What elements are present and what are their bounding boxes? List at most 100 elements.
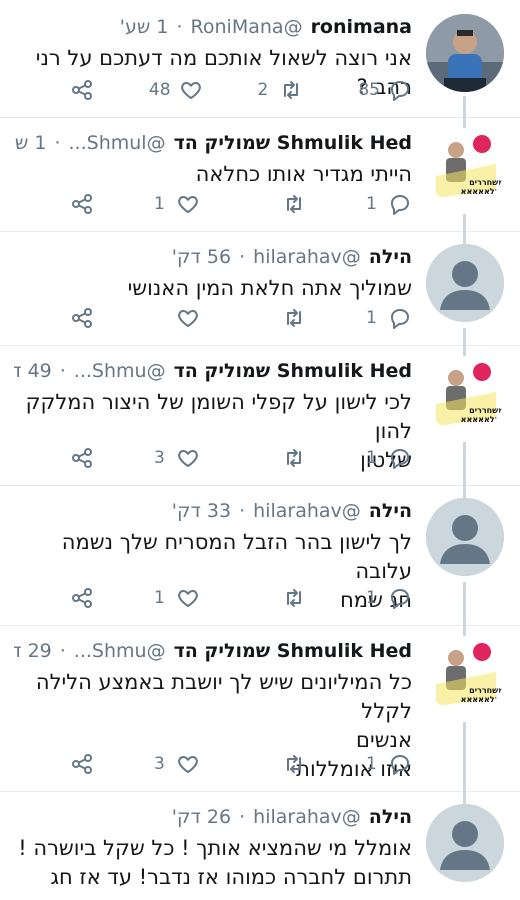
reply-button[interactable]: 85 bbox=[358, 77, 412, 103]
heart-icon bbox=[178, 450, 198, 467]
timestamp[interactable]: 26 דק' bbox=[172, 804, 231, 830]
reply-icon bbox=[391, 81, 409, 101]
person-photo-icon bbox=[426, 14, 504, 92]
tweet-6[interactable]: משחררים לכלאאאאא Shmulik Hed שמוליק הד @… bbox=[0, 626, 520, 805]
reply-count: 1 bbox=[366, 754, 377, 774]
reply-button[interactable]: 1 bbox=[366, 445, 412, 471]
like-button[interactable]: 1 bbox=[154, 585, 200, 611]
avatar[interactable] bbox=[426, 804, 504, 882]
reply-button[interactable]: 1 bbox=[366, 305, 412, 331]
reply-button[interactable]: 1 bbox=[366, 751, 412, 777]
reply-button[interactable]: 1 bbox=[366, 585, 412, 611]
tweet-actions: 1 3 bbox=[70, 751, 412, 777]
share-button[interactable] bbox=[70, 751, 94, 777]
heart-icon bbox=[178, 590, 198, 607]
heart-icon bbox=[180, 82, 201, 99]
avatar[interactable] bbox=[426, 498, 504, 576]
default-profile-icon bbox=[426, 804, 504, 882]
timestamp[interactable]: 33 דק' bbox=[172, 498, 231, 524]
author-handle[interactable]: @Shmul... bbox=[69, 130, 166, 156]
tweet-2[interactable]: משחררים לכלאאאאא Shmulik Hed שמוליק הד @… bbox=[0, 118, 520, 245]
tweet-actions: 85 2 48 bbox=[70, 77, 412, 103]
avatar[interactable] bbox=[426, 14, 504, 92]
avatar[interactable]: משחררים לכלאאאאא bbox=[426, 128, 504, 206]
separator-dot: · bbox=[59, 360, 66, 382]
retweet-icon bbox=[284, 81, 299, 99]
like-button[interactable]: 48 bbox=[149, 77, 203, 103]
retweet-button[interactable] bbox=[260, 445, 306, 471]
author-name[interactable]: הילה bbox=[369, 804, 412, 830]
share-icon bbox=[72, 588, 92, 608]
like-count: 3 bbox=[154, 448, 165, 468]
author-name[interactable]: ronimana bbox=[311, 14, 412, 40]
timestamp[interactable]: 1 שע' bbox=[14, 130, 46, 156]
like-button[interactable]: 1 bbox=[154, 191, 200, 217]
sticker-caption: משחררים לכלאאאאא bbox=[460, 686, 504, 704]
reply-count: 85 bbox=[358, 80, 380, 100]
timestamp[interactable]: 56 דק' bbox=[172, 244, 231, 270]
tweet-actions: 1 1 bbox=[70, 585, 412, 611]
reply-icon bbox=[391, 449, 409, 469]
share-icon bbox=[72, 754, 92, 774]
share-icon bbox=[72, 308, 92, 328]
tweet-1[interactable]: ronimana @RoniMana · 1 שע' אני רוצה לשאו… bbox=[0, 0, 520, 131]
default-profile-icon bbox=[426, 244, 504, 322]
author-name[interactable]: Shmulik Hed שמוליק הד bbox=[174, 638, 412, 664]
timestamp[interactable]: 1 שע' bbox=[120, 14, 169, 40]
heart-icon bbox=[178, 196, 198, 213]
reply-icon bbox=[391, 195, 409, 215]
reply-count: 1 bbox=[366, 308, 377, 328]
tweet-5[interactable]: הילה @hilarahav · 33 דק' לך לישון בהר הז… bbox=[0, 486, 520, 639]
reply-icon bbox=[391, 755, 409, 775]
share-button[interactable] bbox=[70, 585, 94, 611]
like-count: 48 bbox=[148, 80, 171, 100]
share-button[interactable] bbox=[70, 191, 94, 217]
separator-dot: · bbox=[239, 806, 246, 828]
reply-icon bbox=[391, 589, 409, 609]
tweet-thread: ronimana @RoniMana · 1 שע' אני רוצה לשאו… bbox=[0, 0, 520, 900]
author-handle[interactable]: @RoniMana bbox=[191, 14, 303, 40]
like-count: 1 bbox=[154, 194, 165, 214]
retweet-button[interactable] bbox=[260, 305, 306, 331]
tweet-text: שמוליך אתה חלאת המין האנושי bbox=[127, 276, 412, 300]
reply-count: 1 bbox=[366, 194, 377, 214]
tweet-text: הייתי מגדיר אותו כחלאה bbox=[195, 162, 412, 186]
timestamp[interactable]: 49 דק' bbox=[14, 358, 52, 384]
author-handle[interactable]: @Shmu... bbox=[74, 358, 166, 384]
share-button[interactable] bbox=[70, 305, 94, 331]
author-name[interactable]: Shmulik Hed שמוליק הד bbox=[174, 358, 412, 384]
like-button[interactable]: 3 bbox=[154, 445, 200, 471]
retweet-button[interactable] bbox=[260, 751, 306, 777]
like-button[interactable]: 3 bbox=[154, 751, 200, 777]
reply-count: 1 bbox=[366, 448, 377, 468]
separator-dot: · bbox=[176, 16, 183, 38]
heart-icon bbox=[178, 310, 198, 327]
reply-button[interactable]: 1 bbox=[366, 191, 412, 217]
author-handle[interactable]: @hilarahav bbox=[253, 498, 361, 524]
sticker-caption: משחררים לכלאאאאא bbox=[460, 406, 504, 424]
reply-icon bbox=[391, 309, 409, 329]
author-handle[interactable]: @Shmu... bbox=[74, 638, 166, 664]
tweet-actions: 1 3 bbox=[70, 445, 412, 471]
share-button[interactable] bbox=[70, 77, 94, 103]
avatar[interactable]: משחררים לכלאאאאא bbox=[426, 636, 504, 714]
retweet-icon bbox=[287, 589, 301, 607]
author-name[interactable]: הילה bbox=[369, 498, 412, 524]
tweet-7[interactable]: הילה @hilarahav · 26 דק' אומלל מי שהמציא… bbox=[0, 792, 520, 900]
retweet-button[interactable]: 2 bbox=[257, 77, 303, 103]
tweet-4[interactable]: משחררים לכלאאאאא Shmulik Hed שמוליק הד @… bbox=[0, 346, 520, 499]
author-name[interactable]: Shmulik Hed שמוליק הד bbox=[174, 130, 412, 156]
author-handle[interactable]: @hilarahav bbox=[253, 804, 361, 830]
timestamp[interactable]: 29 דק' bbox=[14, 638, 52, 664]
retweet-button[interactable] bbox=[260, 191, 306, 217]
avatar[interactable] bbox=[426, 244, 504, 322]
retweet-button[interactable] bbox=[260, 585, 306, 611]
reply-count: 1 bbox=[366, 588, 377, 608]
author-name[interactable]: הילה bbox=[369, 244, 412, 270]
tweet-3[interactable]: הילה @hilarahav · 56 דק' שמוליך אתה חלאת… bbox=[0, 232, 520, 359]
tweet-actions: 1 1 bbox=[70, 191, 412, 217]
avatar[interactable]: משחררים לכלאאאאא bbox=[426, 356, 504, 434]
like-button[interactable] bbox=[154, 305, 200, 331]
share-button[interactable] bbox=[70, 445, 94, 471]
author-handle[interactable]: @hilarahav bbox=[253, 244, 361, 270]
